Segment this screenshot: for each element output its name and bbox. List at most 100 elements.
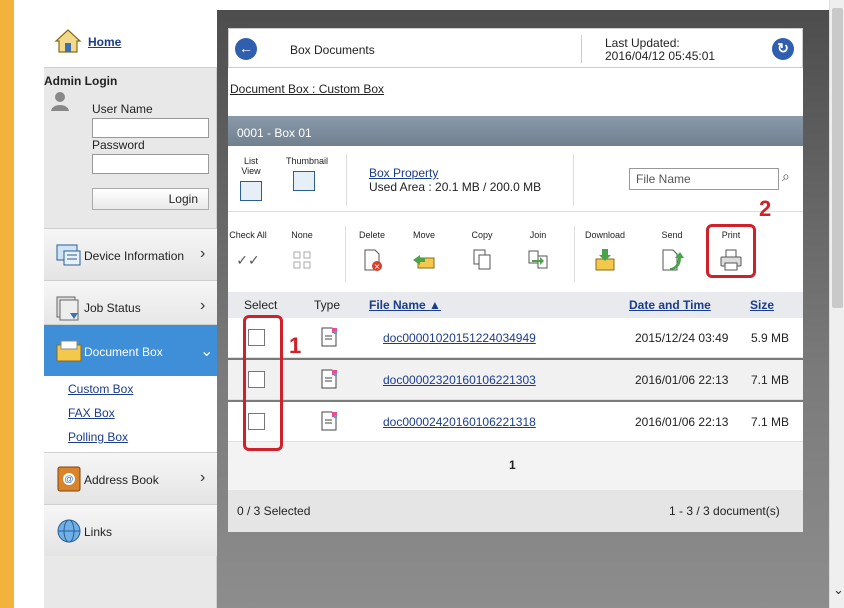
page-number[interactable]: 1 [509,458,516,472]
delete-icon: × [364,249,382,271]
file-size: 7.1 MB [751,373,790,387]
document-box-icon [56,340,82,362]
callout-2: 2 [759,196,772,221]
nav-label: Links [84,525,113,539]
action-label: Check All [229,230,267,240]
check-all-icon: ✓✓ [236,253,259,269]
last-updated: Last Updated: 2016/04/12 05:45:01 [605,37,715,63]
file-size: 7.1 MB [751,415,790,429]
submenu-polling-box[interactable]: Polling Box [68,430,128,444]
scroll-down-icon[interactable]: ⌄ [833,582,844,598]
breadcrumb[interactable]: Document Box : Custom Box [230,82,384,96]
back-arrow-icon[interactable]: ← [235,38,257,60]
chevron-right-icon: › [200,469,206,486]
toolbar-divider [574,226,575,282]
password-field[interactable] [92,154,209,174]
column-file-name[interactable]: File Name ▲ [369,298,441,312]
table-footer: 0 / 3 Selected 1 - 3 / 3 document(s) [228,490,803,532]
action-label: Join [529,230,547,240]
login-button[interactable]: Login [92,188,209,210]
box-title: 0001 - Box 01 [228,116,803,146]
file-name-link[interactable]: doc00002420160106221318 [383,415,536,429]
send-button[interactable]: Send [652,230,692,272]
nav-device-information[interactable]: Device Information › [44,228,217,280]
column-type: Type [314,298,341,312]
action-label: Copy [471,230,493,240]
thumbnail-button[interactable]: Thumbnail [286,156,328,191]
scrollbar-thumb[interactable] [832,8,843,308]
admin-login-title: Admin Login [44,74,118,88]
search-icon[interactable]: ⌕ [782,168,790,185]
submenu-fax-box[interactable]: FAX Box [68,406,115,420]
document-type-icon [321,327,337,347]
document-type-icon [321,411,337,431]
nav-links[interactable]: Links [44,504,217,556]
view-toolbar: List View Thumbnail Box Property Used Ar… [228,146,803,212]
column-select: Select [244,298,278,312]
nav-address-book[interactable]: @ Address Book › [44,452,217,504]
file-name-link[interactable]: doc00001020151224034949 [383,331,536,345]
check-all-button[interactable]: Check All ✓✓ [228,230,268,272]
links-icon [57,519,81,543]
home-icon[interactable] [54,28,82,54]
sidebar: Home Admin Login User Name Password Logi… [44,20,217,608]
move-icon [413,255,435,269]
document-range: 1 - 3 / 3 document(s) [669,504,780,518]
download-icon [595,249,615,271]
chevron-right-icon: › [200,297,206,314]
copy-button[interactable]: Copy [462,230,502,272]
join-button[interactable]: Join [518,230,558,272]
nav-label: Document Box [84,345,163,359]
toolbar-divider [346,154,347,206]
file-name-link[interactable]: doc00002320160106221303 [383,373,536,387]
vertical-scrollbar[interactable]: ⌄ [829,0,844,608]
svg-text:@: @ [64,474,73,484]
file-name-search-input[interactable]: File Name [629,168,779,190]
thumbnail-label: Thumbnail [286,156,329,166]
home-section: Home [44,20,217,68]
move-button[interactable]: Move [404,230,444,272]
column-date-time[interactable]: Date and Time [629,298,711,312]
submenu-custom-box[interactable]: Custom Box [68,382,133,396]
box-property-link[interactable]: Box Property [369,166,438,180]
toolbar-divider [345,226,346,282]
user-name-label: User Name [92,102,153,116]
browser-viewport: Home Admin Login User Name Password Logi… [0,0,844,608]
device-info-icon [56,244,81,266]
document-type-icon [321,369,337,389]
selected-count: 0 / 3 Selected [237,504,311,518]
list-view-label: List View [241,156,261,176]
none-icon [293,251,311,269]
home-link[interactable]: Home [88,35,121,49]
action-label: Send [661,230,683,240]
job-status-icon [56,296,79,321]
left-accent-bar [0,0,14,608]
download-button[interactable]: Download [582,230,628,272]
action-label: Delete [358,230,385,240]
delete-button[interactable]: Delete × [352,230,392,272]
box-property-info: Box Property Used Area : 20.1 MB / 200.0… [369,166,541,194]
none-button[interactable]: None [282,230,322,272]
chevron-down-icon: ⌄ [200,343,214,360]
checkbox-highlight [243,315,283,451]
table-row: doc00002420160106221318 2016/01/06 22:13… [228,402,803,442]
column-size[interactable]: Size [750,298,774,312]
action-label: Download [584,230,626,240]
nav-document-box[interactable]: Document Box ⌄ [44,324,217,376]
table-row: doc00002320160106221303 2016/01/06 22:13… [228,360,803,400]
panel-header: ← Box Documents Last Updated: 2016/04/12… [228,28,803,68]
date-time: 2016/01/06 22:13 [635,373,729,387]
list-view-button[interactable]: List View [234,156,268,201]
chevron-right-icon: › [200,245,206,262]
action-label: Move [412,230,435,240]
refresh-icon[interactable]: ↻ [772,38,794,60]
date-time: 2016/01/06 22:13 [635,415,729,429]
toolbar-divider [573,154,574,206]
nav-label: Address Book [84,473,159,487]
header-divider [581,35,582,63]
date-time: 2015/12/24 03:49 [635,331,729,345]
svg-text:×: × [374,262,381,271]
pagination: 1 [228,442,803,490]
callout-1: 1 [289,333,302,358]
user-name-field[interactable] [92,118,209,138]
